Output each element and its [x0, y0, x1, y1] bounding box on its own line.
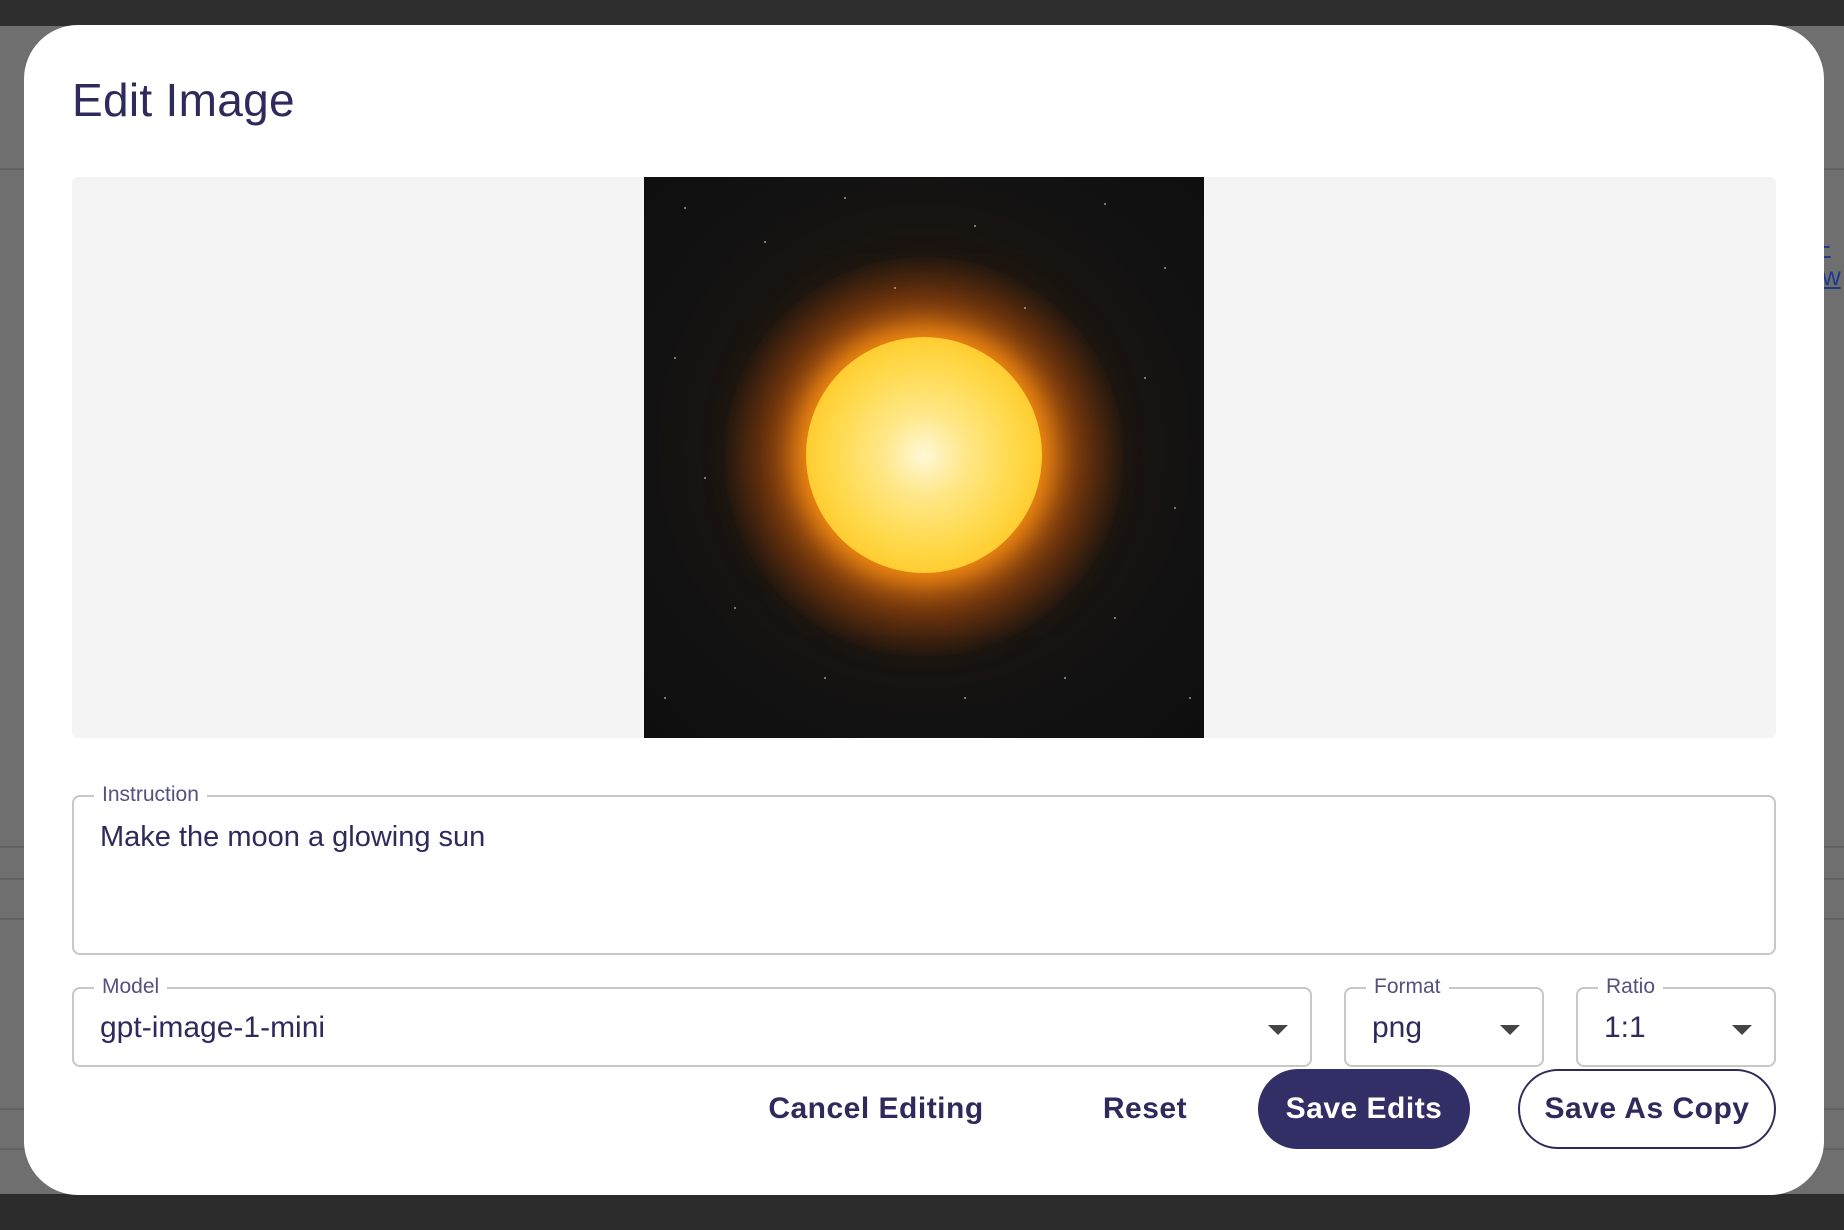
instruction-label: Instruction — [94, 783, 207, 807]
model-label: Model — [94, 975, 168, 999]
star — [1104, 203, 1106, 205]
edited-image — [644, 177, 1204, 738]
instruction-field[interactable]: Instruction Make the moon a glowing sun — [72, 783, 1776, 955]
star — [664, 697, 666, 699]
star — [734, 607, 736, 609]
star — [1189, 697, 1191, 699]
background-top-bar — [0, 0, 1844, 26]
chevron-down-icon[interactable] — [1500, 1025, 1520, 1035]
chevron-down-icon[interactable] — [1268, 1025, 1288, 1035]
chevron-down-icon[interactable] — [1732, 1025, 1752, 1035]
background-link: -w — [1822, 230, 1841, 291]
star — [1164, 267, 1166, 269]
star — [974, 225, 976, 227]
star — [824, 677, 826, 679]
background-bottom-bar — [0, 1194, 1844, 1230]
star — [684, 207, 686, 209]
sun-shape — [806, 337, 1042, 573]
model-select[interactable]: Model gpt-image-1-mini — [72, 975, 1312, 1067]
format-value: png — [1372, 1011, 1423, 1044]
format-label: Format — [1366, 975, 1449, 999]
reset-button[interactable]: Reset — [1086, 1069, 1204, 1149]
star — [844, 197, 846, 199]
save-edits-button[interactable]: Save Edits — [1258, 1069, 1470, 1149]
format-select[interactable]: Format png — [1344, 975, 1544, 1067]
star — [1114, 617, 1116, 619]
star — [1144, 377, 1146, 379]
dialog-title: Edit Image — [72, 74, 295, 126]
star — [674, 357, 676, 359]
ratio-label: Ratio — [1598, 975, 1664, 999]
image-preview-area — [72, 177, 1776, 738]
star — [964, 697, 966, 699]
instruction-input[interactable]: Make the moon a glowing sun — [100, 819, 1748, 855]
model-value: gpt-image-1-mini — [100, 1011, 326, 1044]
edit-image-dialog: Edit Image Instruction Make the moon a g… — [24, 25, 1824, 1195]
star — [1064, 677, 1066, 679]
save-as-copy-button[interactable]: Save As Copy — [1518, 1069, 1776, 1149]
star — [894, 287, 896, 289]
star — [1024, 307, 1026, 309]
star — [704, 477, 706, 479]
star — [764, 241, 766, 243]
cancel-editing-button[interactable]: Cancel Editing — [754, 1069, 998, 1149]
ratio-select[interactable]: Ratio 1:1 — [1576, 975, 1776, 1067]
ratio-value: 1:1 — [1604, 1011, 1646, 1044]
star — [1174, 507, 1176, 509]
